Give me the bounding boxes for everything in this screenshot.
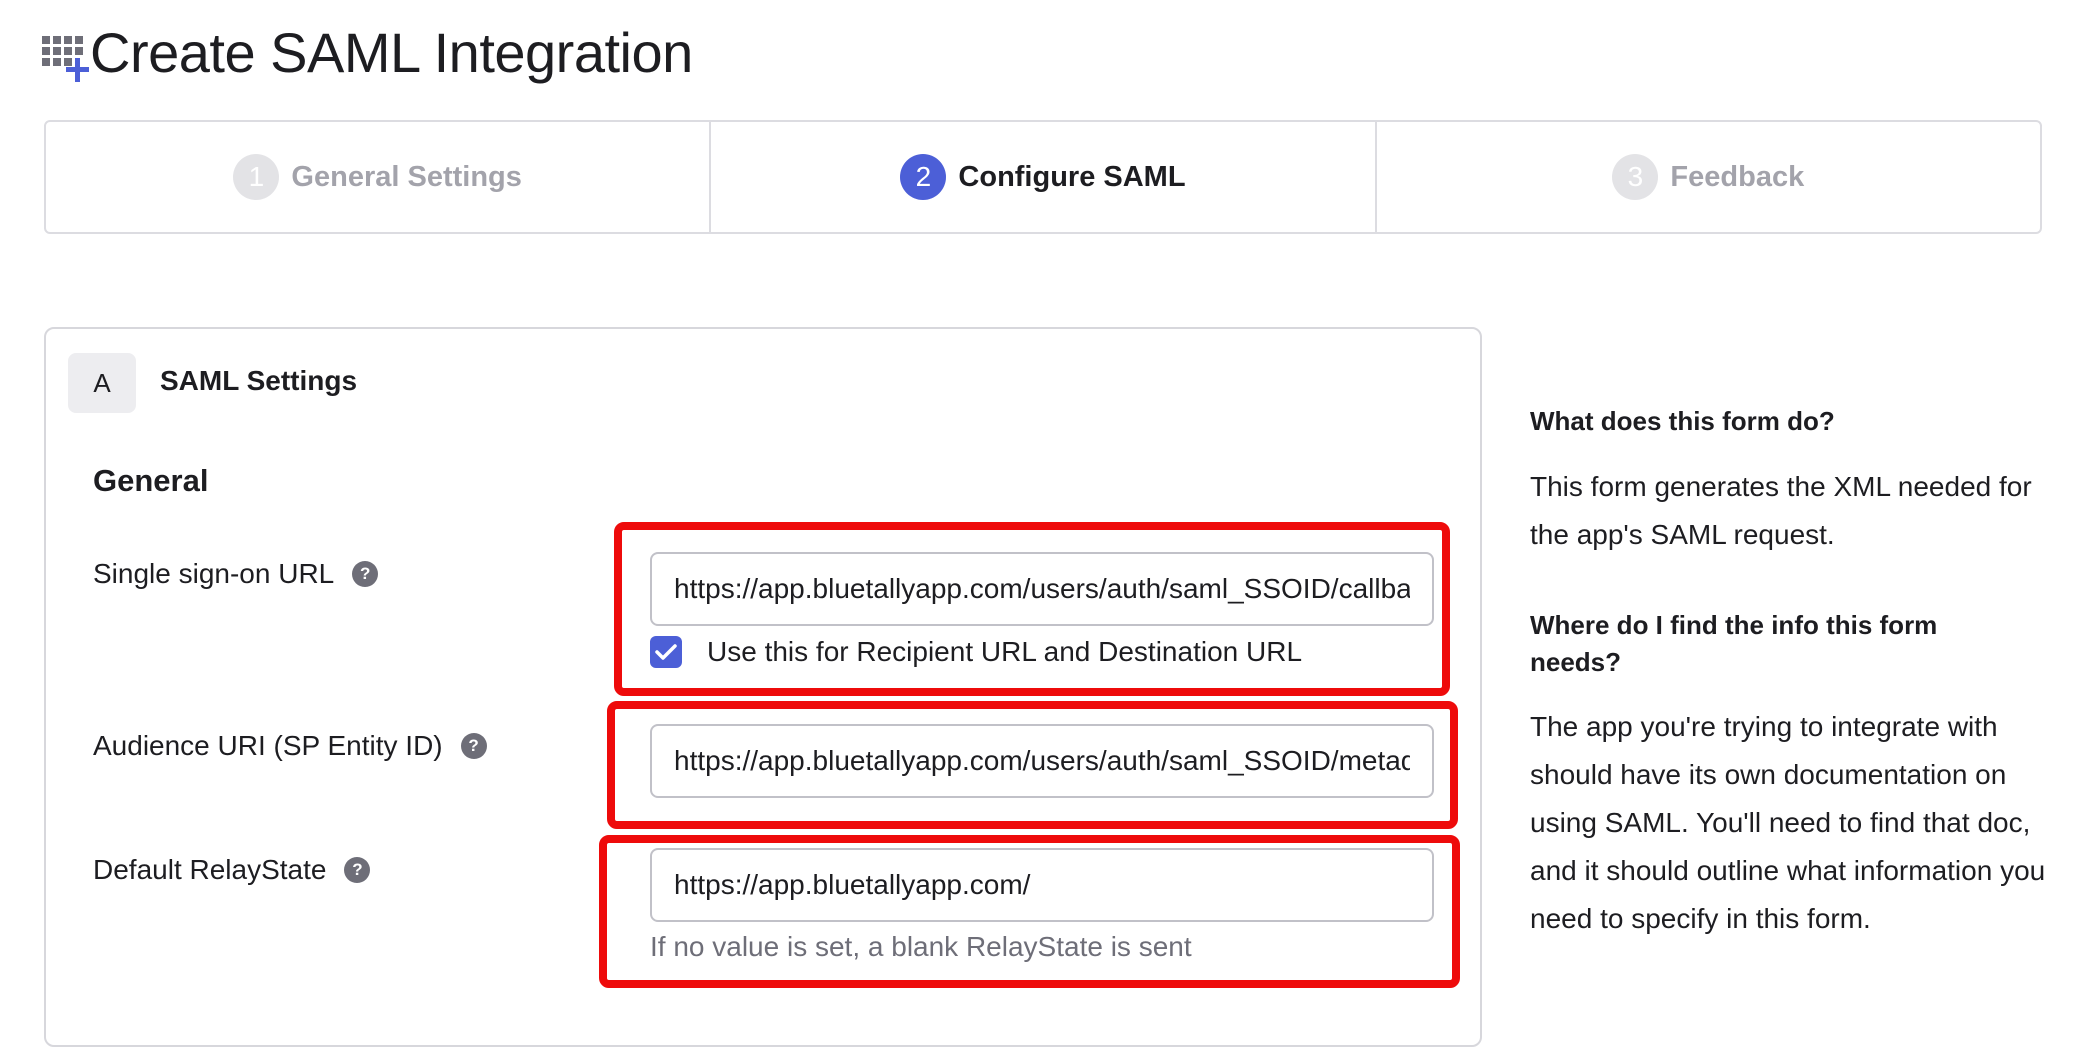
step-number: 1: [233, 154, 280, 200]
step-label: Feedback: [1670, 160, 1805, 193]
help-icon[interactable]: ?: [344, 857, 371, 883]
step-feedback[interactable]: 3 Feedback: [1377, 122, 2040, 232]
wizard-stepper: 1 General Settings 2 Configure SAML 3 Fe…: [44, 120, 2042, 234]
checkmark-icon: [655, 644, 677, 660]
step-number: 3: [1612, 154, 1659, 200]
help-question-1: What does this form do?: [1530, 406, 1835, 436]
help-answer-2: The app you're trying to integrate with …: [1530, 711, 2046, 934]
field-label-text: Single sign-on URL: [93, 558, 335, 589]
relay-state-input[interactable]: [650, 848, 1434, 922]
recipient-url-checkbox-label[interactable]: Use this for Recipient URL and Destinati…: [707, 636, 1302, 668]
step-label: General Settings: [291, 160, 522, 193]
audience-uri-input[interactable]: [650, 724, 1434, 798]
help-question-2: Where do I find the info this form needs…: [1530, 610, 1938, 677]
sso-url-label: Single sign-on URL ?: [93, 558, 379, 590]
audience-uri-label: Audience URI (SP Entity ID) ?: [93, 730, 487, 762]
section-title: General: [93, 463, 209, 498]
step-number: 2: [900, 154, 947, 200]
help-answer-1: This form generates the XML needed for t…: [1530, 471, 2032, 550]
grid-plus-icon: [42, 36, 90, 82]
field-label-text: Default RelayState: [93, 854, 327, 885]
sso-url-input[interactable]: [650, 552, 1434, 626]
section-badge: A: [68, 353, 136, 413]
relay-state-hint: If no value is set, a blank RelayState i…: [650, 931, 1192, 962]
step-configure-saml[interactable]: 2 Configure SAML: [711, 122, 1377, 232]
relay-state-label: Default RelayState ?: [93, 854, 371, 886]
help-icon[interactable]: ?: [352, 561, 379, 587]
help-icon[interactable]: ?: [460, 733, 487, 759]
recipient-url-checkbox[interactable]: [650, 636, 682, 668]
card-heading: SAML Settings: [160, 365, 358, 396]
page-title: Create SAML Integration: [90, 21, 693, 84]
step-label: Configure SAML: [958, 160, 1186, 193]
step-general-settings[interactable]: 1 General Settings: [46, 122, 712, 232]
field-label-text: Audience URI (SP Entity ID): [93, 730, 443, 761]
